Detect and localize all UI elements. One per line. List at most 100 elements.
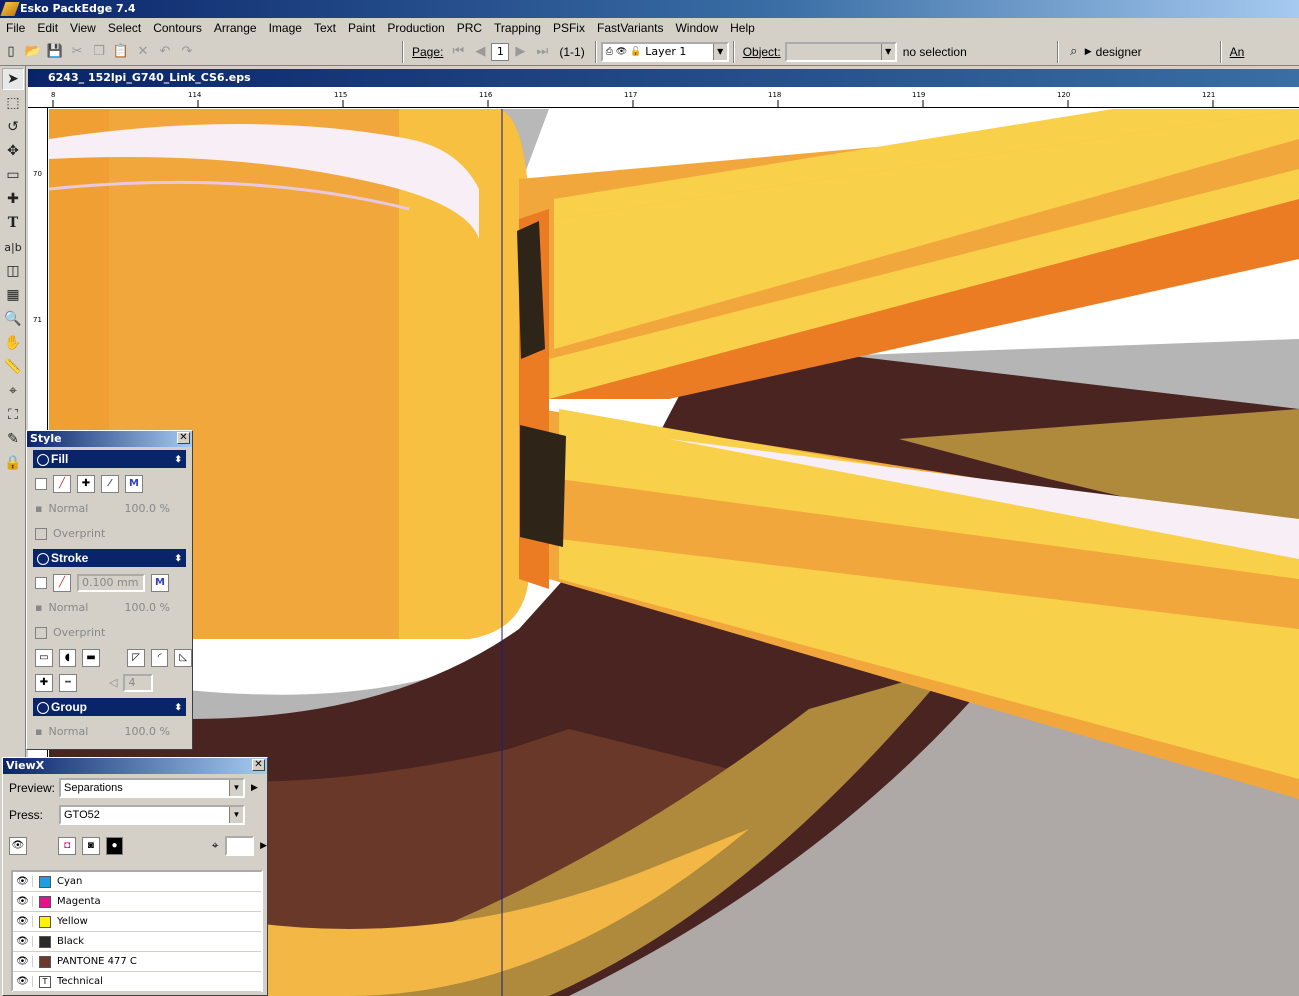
stroke-section-header[interactable]: Stroke ⬍: [33, 549, 186, 567]
save-icon[interactable]: 💾: [44, 41, 66, 63]
triangle-right-icon[interactable]: ▶: [251, 782, 258, 793]
lock-tool-icon[interactable]: 🔒: [2, 452, 24, 474]
separation-row-pantone[interactable]: 👁 PANTONE 477 C: [13, 952, 261, 972]
m-swatch-icon[interactable]: M: [125, 474, 143, 493]
menu-help[interactable]: Help: [724, 21, 761, 35]
menu-window[interactable]: Window: [669, 21, 724, 35]
workspace-name[interactable]: designer: [1096, 45, 1216, 59]
fill-opacity[interactable]: 100.0 %: [124, 502, 169, 515]
separation-row-yellow[interactable]: 👁 Yellow: [13, 912, 261, 932]
first-page-icon[interactable]: ⏮: [447, 41, 469, 63]
composite-mode-icon[interactable]: ◙: [81, 836, 100, 855]
menu-fastvariants[interactable]: FastVariants: [591, 21, 669, 35]
eye-icon[interactable]: 👁: [13, 916, 33, 927]
menu-psfix[interactable]: PSFix: [547, 21, 591, 35]
close-icon[interactable]: ✕: [177, 432, 190, 444]
fill-checkbox[interactable]: [35, 477, 47, 490]
densitometer-field[interactable]: [224, 835, 255, 856]
m-swatch-icon[interactable]: M: [151, 573, 169, 592]
undo-icon[interactable]: ↶: [154, 41, 176, 63]
add-stroke-icon[interactable]: ✚: [35, 673, 53, 692]
square-cap-icon[interactable]: ▬: [82, 648, 100, 667]
menu-select[interactable]: Select: [102, 21, 147, 35]
eye-icon[interactable]: 👁: [13, 896, 33, 907]
preview-select[interactable]: Separations ▼: [59, 777, 245, 798]
stroke-checkbox[interactable]: [35, 576, 47, 589]
text-path-tool-icon[interactable]: a|b: [2, 236, 24, 258]
separation-row-technical[interactable]: 👁 T Technical: [13, 972, 261, 992]
crosshair-icon[interactable]: ⌖: [212, 838, 219, 853]
press-select[interactable]: GTO52 ▼: [59, 804, 245, 825]
open-folder-icon[interactable]: 📂: [22, 41, 44, 63]
group-section-header[interactable]: Group ⬍: [33, 698, 186, 716]
menu-image[interactable]: Image: [263, 21, 308, 35]
transform-tool-icon[interactable]: ✥: [2, 140, 24, 162]
butt-cap-icon[interactable]: ▭: [35, 648, 53, 667]
color-tool-icon[interactable]: ▦: [2, 284, 24, 306]
eye-icon[interactable]: 👁: [13, 936, 33, 947]
eye-icon[interactable]: 👁: [9, 836, 27, 855]
triangle-right-icon[interactable]: ▶: [260, 840, 267, 851]
eyedropper-tool-icon[interactable]: ✎: [2, 428, 24, 450]
miter-limit-field[interactable]: 4: [123, 673, 154, 692]
menu-trapping[interactable]: Trapping: [488, 21, 547, 35]
menu-production[interactable]: Production: [381, 21, 450, 35]
zoom-tool-icon[interactable]: 🔍: [2, 308, 24, 330]
round-join-icon[interactable]: ◜: [150, 648, 169, 667]
separation-mode-icon[interactable]: ◘: [58, 836, 76, 855]
separation-row-magenta[interactable]: 👁 Magenta: [13, 892, 261, 912]
separation-row-black[interactable]: 👁 Black: [13, 932, 261, 952]
prev-page-icon[interactable]: ◀: [469, 41, 491, 63]
menu-paint[interactable]: Paint: [342, 21, 381, 35]
miter-join-icon[interactable]: ◸: [127, 648, 145, 667]
stroke-blend-mode[interactable]: Normal: [48, 601, 118, 614]
menu-contours[interactable]: Contours: [147, 21, 208, 35]
stroke-overprint-checkbox[interactable]: [35, 626, 47, 639]
text-tool-icon[interactable]: T: [2, 212, 24, 234]
no-fill-icon[interactable]: ╱: [53, 474, 71, 493]
black-mode-icon[interactable]: ●: [105, 836, 124, 855]
crosshair-tool-icon[interactable]: ⌖: [2, 380, 24, 402]
group-blend-mode[interactable]: Normal: [48, 725, 118, 738]
object-select[interactable]: ▼: [784, 41, 897, 62]
menu-file[interactable]: File: [0, 21, 31, 35]
page-number-field[interactable]: 1: [491, 42, 510, 61]
eye-icon[interactable]: 👁: [13, 976, 33, 987]
cut-icon[interactable]: ✂: [66, 41, 88, 63]
hand-tool-icon[interactable]: ✋: [2, 332, 24, 354]
layers-tool-icon[interactable]: ◫: [2, 260, 24, 282]
separation-row-cyan[interactable]: 👁 Cyan: [13, 872, 261, 892]
toolbar-overflow[interactable]: An: [1230, 45, 1245, 59]
next-page-icon[interactable]: ▶: [509, 41, 531, 63]
add-color-icon[interactable]: ✚: [77, 474, 95, 493]
menu-view[interactable]: View: [64, 21, 102, 35]
gradient-icon[interactable]: ⁄: [101, 474, 119, 493]
no-stroke-icon[interactable]: ╱: [53, 573, 71, 592]
workspace-icon[interactable]: ⌕: [1063, 41, 1085, 63]
eye-icon[interactable]: 👁: [13, 876, 33, 887]
menu-edit[interactable]: Edit: [31, 21, 64, 35]
pen-tool-icon[interactable]: ✚: [2, 188, 24, 210]
stroke-width-field[interactable]: 0.100 mm: [77, 573, 145, 592]
layer-select[interactable]: ⎙ 👁 🔓 Layer 1 ▼: [600, 41, 729, 62]
fill-blend-mode[interactable]: Normal: [48, 502, 118, 515]
close-icon[interactable]: ✕: [252, 759, 265, 771]
eye-icon[interactable]: 👁: [13, 956, 33, 967]
fill-section-header[interactable]: Fill ⬍: [33, 450, 186, 468]
stroke-opacity[interactable]: 100.0 %: [124, 601, 169, 614]
new-document-icon[interactable]: ▯: [0, 41, 22, 63]
copy-icon[interactable]: ❐: [88, 41, 110, 63]
dash-icon[interactable]: ┅: [59, 673, 77, 692]
round-cap-icon[interactable]: ◖: [58, 648, 77, 667]
group-opacity[interactable]: 100.0 %: [124, 725, 169, 738]
menu-text[interactable]: Text: [308, 21, 342, 35]
bevel-join-icon[interactable]: ◺: [174, 648, 193, 667]
lasso-tool-icon[interactable]: ↺: [2, 116, 24, 138]
redo-icon[interactable]: ↷: [176, 41, 198, 63]
fill-overprint-checkbox[interactable]: [35, 527, 47, 540]
trap-tool-icon[interactable]: ⛶: [2, 404, 24, 426]
paste-icon[interactable]: 📋: [110, 41, 132, 63]
select-tool-icon[interactable]: ➤: [2, 68, 24, 90]
menu-arrange[interactable]: Arrange: [208, 21, 263, 35]
measure-tool-icon[interactable]: 📏: [2, 356, 24, 378]
